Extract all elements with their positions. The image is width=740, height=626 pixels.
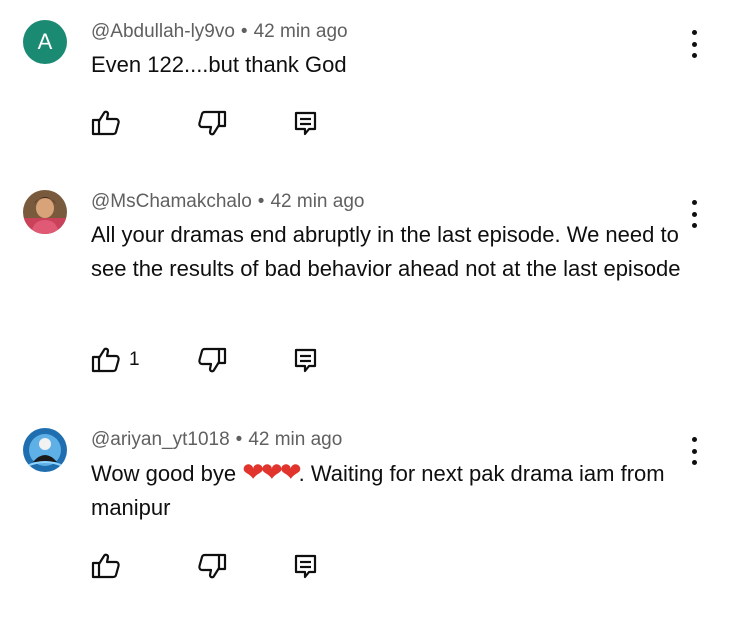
separator: • (257, 191, 265, 212)
reply-comment-icon (293, 346, 319, 374)
like-button[interactable] (91, 108, 129, 138)
thumbs-down-icon (197, 552, 227, 580)
comment-actions (91, 108, 351, 138)
avatar[interactable] (23, 428, 67, 472)
like-button[interactable]: 1 (91, 345, 140, 375)
more-options-icon[interactable] (682, 200, 706, 228)
reply-button[interactable] (293, 551, 319, 581)
dislike-button[interactable] (197, 108, 227, 138)
more-options-icon[interactable] (682, 30, 706, 58)
comment-actions: 1 (91, 345, 351, 375)
avatar[interactable] (23, 190, 67, 234)
thumbs-down-icon (197, 109, 227, 137)
comment-actions (91, 551, 351, 581)
more-options-icon[interactable] (682, 437, 706, 465)
timestamp[interactable]: 42 min ago (270, 191, 364, 212)
thumbs-up-icon (91, 552, 121, 580)
timestamp[interactable]: 42 min ago (254, 21, 348, 42)
like-button[interactable] (91, 551, 129, 581)
comment-text: Wow good bye ❤❤❤. Waiting for next pak d… (91, 455, 681, 525)
comment-text: All your dramas end abruptly in the last… (91, 222, 681, 281)
comment-meta: @Abdullah-ly9vo • 42 min ago (91, 20, 348, 44)
author-handle[interactable]: @ariyan_yt1018 (91, 429, 230, 450)
timestamp[interactable]: 42 min ago (248, 429, 342, 450)
avatar[interactable]: A (23, 20, 67, 64)
reply-button[interactable] (293, 345, 319, 375)
thumbs-down-icon (197, 346, 227, 374)
reply-comment-icon (293, 552, 319, 580)
author-handle[interactable]: @MsChamakchalo (91, 191, 252, 212)
thumbs-up-icon (91, 346, 121, 374)
dislike-button[interactable] (197, 551, 227, 581)
heart-emojis: ❤❤❤ (242, 457, 301, 487)
author-handle[interactable]: @Abdullah-ly9vo (91, 21, 235, 42)
comment-text: Even 122....but thank God (91, 52, 347, 77)
comment-text-start: Wow good bye (91, 461, 243, 486)
like-count: 1 (129, 349, 140, 370)
dislike-button[interactable] (197, 345, 227, 375)
comment-meta: @ariyan_yt1018 • 42 min ago (91, 428, 342, 452)
separator: • (235, 429, 243, 450)
comment-meta: @MsChamakchalo • 42 min ago (91, 190, 364, 214)
separator: • (240, 21, 248, 42)
avatar-letter: A (37, 29, 53, 54)
reply-comment-icon (293, 109, 319, 137)
reply-button[interactable] (293, 108, 319, 138)
thumbs-up-icon (91, 109, 121, 137)
